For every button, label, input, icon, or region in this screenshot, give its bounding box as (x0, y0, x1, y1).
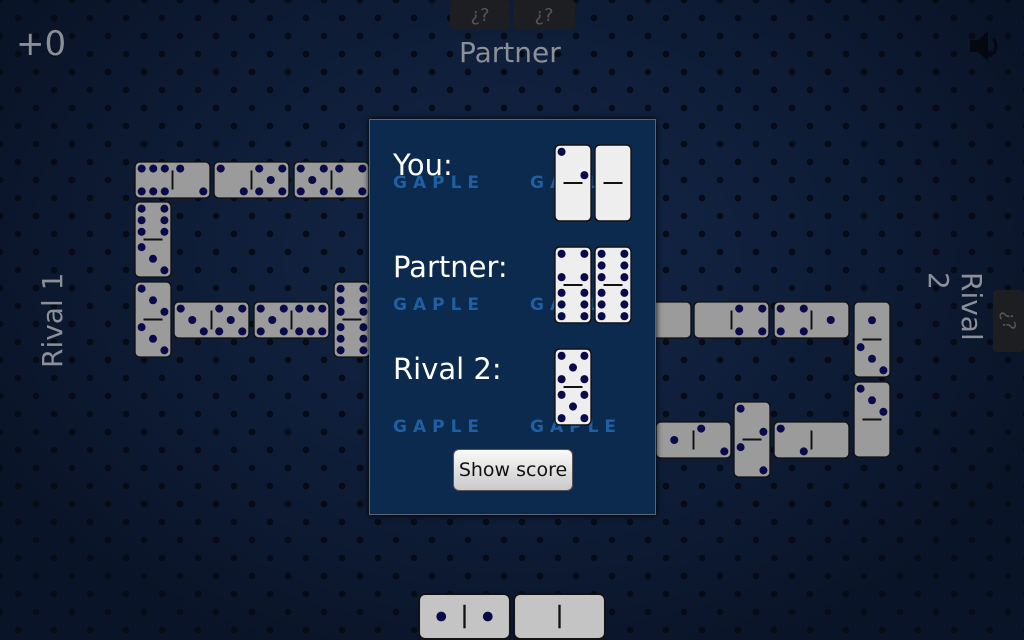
watermark: GAPLE (393, 417, 486, 437)
rival2-row-label: Rival 2: (393, 352, 502, 386)
score-display: +0 (16, 24, 67, 64)
board-tile (773, 301, 850, 339)
partner-hidden-tile: ¿? (450, 0, 510, 30)
board-tile (293, 161, 370, 199)
dialog-tile (594, 246, 632, 324)
board-tile (253, 301, 330, 339)
board-tile (134, 201, 172, 278)
dialog-tile (554, 348, 592, 426)
dialog-tile (554, 246, 592, 324)
board-tile (173, 301, 250, 339)
board-tile (853, 381, 891, 458)
speaker-muted-icon[interactable] (966, 28, 1002, 64)
board-tile (693, 301, 770, 339)
rival2-label: Rival 2 (922, 272, 988, 341)
show-score-button[interactable]: Show score (453, 449, 573, 491)
dialog-tile (594, 144, 632, 222)
you-label: You: (393, 148, 453, 182)
board-tile (333, 281, 371, 358)
watermark: GAPLE (393, 295, 486, 315)
board-tile (134, 161, 211, 199)
board-tile (213, 161, 290, 199)
board-tile (655, 421, 732, 459)
board-tile (853, 301, 891, 378)
board-tile (134, 281, 172, 358)
rival2-hidden-tile: ¿? (993, 290, 1024, 352)
hand-tile[interactable] (418, 593, 511, 640)
partner-label: Partner (459, 36, 561, 69)
board-tile (773, 421, 850, 459)
round-result-dialog: GAPLE GAPLE GAPLE GAPLE GAPLE GAPLE You:… (369, 119, 656, 515)
partner-row-label: Partner: (393, 250, 508, 284)
dialog-tile (554, 144, 592, 222)
partner-hidden-tile: ¿? (513, 0, 575, 30)
hand-tile[interactable] (513, 593, 606, 640)
rival1-label: Rival 1 (36, 272, 69, 368)
board-tile (733, 401, 771, 478)
